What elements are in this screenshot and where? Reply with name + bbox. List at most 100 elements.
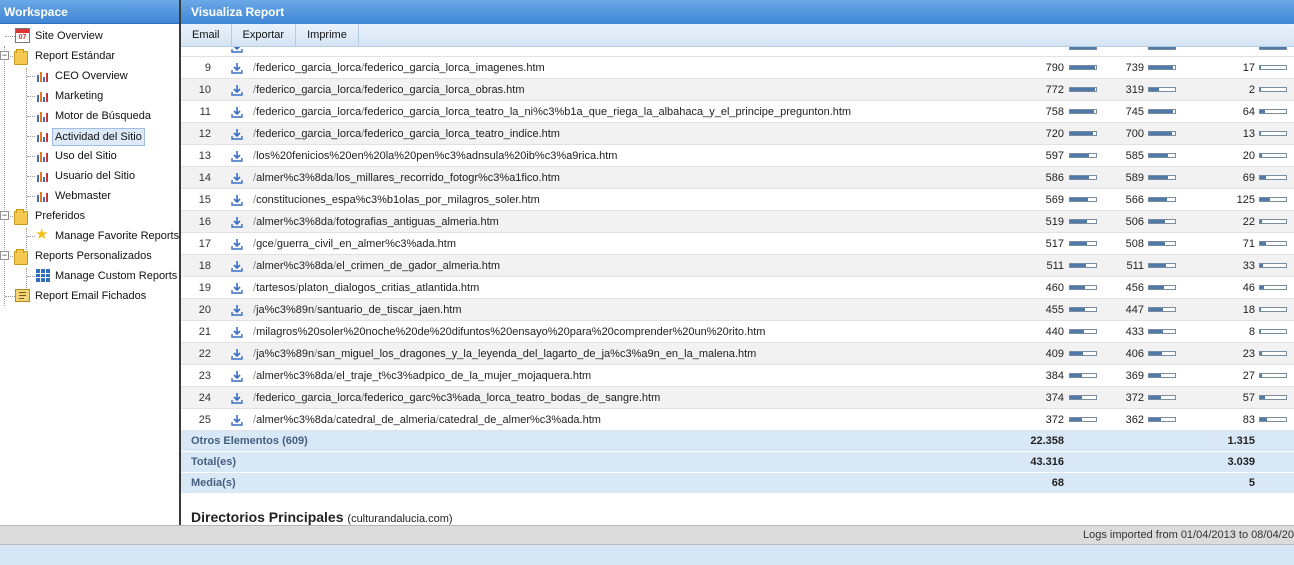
logs-imported-text: Logs imported from 01/04/2013 to 08/04/2… [1083, 529, 1294, 541]
download-icon[interactable] [231, 260, 243, 272]
download-icon[interactable] [231, 414, 243, 426]
collapse-toggle-icon[interactable]: − [0, 51, 9, 60]
pageviews-value: 772 [1045, 84, 1064, 96]
value-bar [1148, 153, 1176, 158]
table-row[interactable]: 10/federico_garcia_lorca/federico_garcia… [181, 79, 1294, 101]
email-button[interactable]: Email [181, 24, 232, 47]
download-icon[interactable] [231, 84, 243, 96]
sidebar-item-uso-del-sitio[interactable]: Uso del Sitio [0, 146, 179, 166]
table-row[interactable]: 14/almer%c3%8da/los_millares_recorrido_f… [181, 167, 1294, 189]
sidebar-item-reports-personalizados[interactable]: − Reports Personalizados [0, 246, 179, 266]
table-row[interactable]: 8/platero_y_yo_de_juan_ram%c3%b3n_jim%c3… [181, 47, 1294, 57]
sidebar-item-motor-de-busqueda[interactable]: Motor de Búsqueda [0, 106, 179, 126]
page-url-link[interactable]: /los%20fenicios%20en%20la%20pen%c3%adnsu… [253, 145, 617, 167]
table-row[interactable]: 21/milagros%20soler%20noche%20de%20difun… [181, 321, 1294, 343]
download-icon[interactable] [231, 150, 243, 162]
pageviews-value: 460 [1045, 282, 1064, 294]
value-bar [1069, 219, 1097, 224]
value-bar [1148, 197, 1176, 202]
download-icon[interactable] [231, 282, 243, 294]
value-bar [1069, 351, 1097, 356]
download-icon[interactable] [231, 62, 243, 74]
page-url-link[interactable]: /almer%c3%8da/catedral_de_almeria/catedr… [253, 409, 601, 431]
sidebar-item-marketing[interactable]: Marketing [0, 86, 179, 106]
bar-chart-icon [37, 71, 48, 82]
entries-value: 20 [1242, 150, 1255, 162]
page-url-link[interactable]: /federico_garcia_lorca/federico_garcia_l… [253, 57, 545, 79]
entries-value: 125 [1236, 194, 1255, 206]
table-row[interactable]: 15/constituciones_espa%c3%b1olas_por_mil… [181, 189, 1294, 211]
page-url-link[interactable]: /almer%c3%8da/los_millares_recorrido_fot… [253, 167, 560, 189]
download-icon[interactable] [231, 326, 243, 338]
value-bar [1259, 109, 1287, 114]
visits-value: 700 [1125, 128, 1144, 140]
entries-value: 46 [1242, 282, 1255, 294]
print-button[interactable]: Imprime [296, 24, 359, 47]
sidebar-item-usuario-del-sitio[interactable]: Usuario del Sitio [0, 166, 179, 186]
table-row[interactable]: 11/federico_garcia_lorca/federico_garcia… [181, 101, 1294, 123]
page-url-link[interactable]: /ja%c3%89n/santuario_de_tiscar_jaen.htm [253, 299, 462, 321]
page-url-link[interactable]: /tartesos/platon_dialogos_critias_atlant… [253, 277, 479, 299]
download-icon[interactable] [231, 370, 243, 382]
visits-value: 506 [1125, 216, 1144, 228]
sidebar-item-report-email-fichados[interactable]: Report Email Fichados [0, 286, 179, 306]
table-row[interactable]: 13/los%20fenicios%20en%20la%20pen%c3%adn… [181, 145, 1294, 167]
download-icon[interactable] [231, 304, 243, 316]
collapse-toggle-icon[interactable]: − [0, 251, 9, 260]
sidebar-item-ceo-overview[interactable]: CEO Overview [0, 66, 179, 86]
page-url-link[interactable]: /federico_garcia_lorca/federico_garcia_l… [253, 101, 851, 123]
row-number: 23 [198, 370, 211, 382]
table-row[interactable]: 17/gce/guerra_civil_en_almer%c3%ada.htm 5… [181, 233, 1294, 255]
sidebar-item-label: CEO Overview [55, 70, 128, 82]
sidebar-item-site-overview[interactable]: 07 Site Overview [0, 26, 179, 46]
row-number: 17 [198, 238, 211, 250]
download-icon[interactable] [231, 128, 243, 140]
email-report-icon [15, 289, 30, 302]
download-icon[interactable] [231, 348, 243, 360]
table-row[interactable]: 20/ja%c3%89n/santuario_de_tiscar_jaen.ht… [181, 299, 1294, 321]
download-icon[interactable] [231, 106, 243, 118]
pageviews-value: 372 [1045, 414, 1064, 426]
table-row[interactable]: 18/almer%c3%8da/el_crimen_de_gador_almer… [181, 255, 1294, 277]
sidebar-item-manage-custom-reports[interactable]: Manage Custom Reports [0, 266, 179, 286]
value-bar [1148, 285, 1176, 290]
page-url-link[interactable]: /ja%c3%89n/san_miguel_los_dragones_y_la_… [253, 343, 756, 365]
row-number: 16 [198, 216, 211, 228]
pageviews-value: 586 [1045, 172, 1064, 184]
sidebar-item-report-estandar[interactable]: − Report Estándar [0, 46, 179, 66]
sidebar-item-preferidos[interactable]: − Preferidos [0, 206, 179, 226]
page-url-link[interactable]: /federico_garcia_lorca/federico_garc%c3%… [253, 387, 660, 409]
sidebar-item-actividad-del-sitio[interactable]: Actividad del Sitio [0, 126, 179, 146]
page-url-link[interactable]: /federico_garcia_lorca/federico_garcia_l… [253, 123, 560, 145]
entries-value: 83 [1242, 414, 1255, 426]
value-bar [1259, 219, 1287, 224]
page-url-link[interactable]: /constituciones_espa%c3%b1olas_por_milag… [253, 189, 540, 211]
page-url-link[interactable]: /milagros%20soler%20noche%20de%20difunto… [253, 321, 765, 343]
collapse-toggle-icon[interactable]: − [0, 211, 9, 220]
sidebar-item-manage-favorite-reports[interactable]: ★ Manage Favorite Reports [0, 226, 179, 246]
table-row[interactable]: 19/tartesos/platon_dialogos_critias_atla… [181, 277, 1294, 299]
page-url-link[interactable]: /almer%c3%8da/el_crimen_de_gador_almeria… [253, 255, 500, 277]
value-bar [1069, 153, 1097, 158]
table-row[interactable]: 24/federico_garcia_lorca/federico_garc%c… [181, 387, 1294, 409]
download-icon[interactable] [231, 216, 243, 228]
download-icon[interactable] [231, 392, 243, 404]
table-row[interactable]: 16/almer%c3%8da/fotografias_antiguas_alm… [181, 211, 1294, 233]
export-button[interactable]: Exportar [232, 24, 297, 47]
sidebar-item-webmaster[interactable]: Webmaster [0, 186, 179, 206]
value-bar [1069, 47, 1097, 50]
table-row[interactable]: 25/almer%c3%8da/catedral_de_almeria/cate… [181, 409, 1294, 431]
report-panel: Visualiza Report Email Exportar Imprime … [181, 0, 1294, 525]
page-url-link[interactable]: /almer%c3%8da/el_traje_t%c3%adpico_de_la… [253, 365, 591, 387]
table-row[interactable]: 12/federico_garcia_lorca/federico_garcia… [181, 123, 1294, 145]
page-url-link[interactable]: /gce/guerra_civil_en_almer%c3%ada.htm [253, 233, 456, 255]
table-row[interactable]: 22/ja%c3%89n/san_miguel_los_dragones_y_l… [181, 343, 1294, 365]
download-icon[interactable] [231, 238, 243, 250]
download-icon[interactable] [231, 194, 243, 206]
download-icon[interactable] [231, 172, 243, 184]
page-url-link[interactable]: /federico_garcia_lorca/federico_garcia_l… [253, 79, 525, 101]
download-icon[interactable] [231, 47, 243, 53]
table-row[interactable]: 23/almer%c3%8da/el_traje_t%c3%adpico_de_… [181, 365, 1294, 387]
page-url-link[interactable]: /almer%c3%8da/fotografias_antiguas_almer… [253, 211, 499, 233]
table-row[interactable]: 9/federico_garcia_lorca/federico_garcia_… [181, 57, 1294, 79]
